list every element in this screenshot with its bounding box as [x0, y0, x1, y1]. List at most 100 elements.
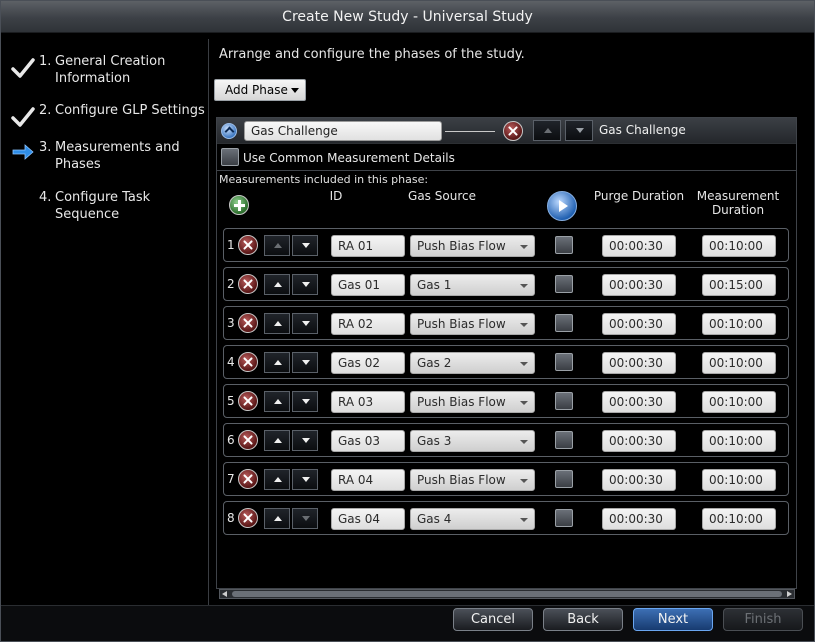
delete-measurement-icon[interactable] — [238, 235, 258, 255]
gas-source-select[interactable]: Gas 4 — [410, 508, 535, 530]
gas-source-select[interactable]: Gas 2 — [410, 352, 535, 374]
column-header-measurement-duration: Measurement Duration — [696, 189, 780, 217]
measurement-duration-input[interactable]: 00:10:00 — [702, 313, 776, 335]
delete-measurement-icon[interactable] — [238, 352, 258, 372]
purge-duration-input[interactable]: 00:00:30 — [602, 469, 676, 491]
gas-source-select[interactable]: Gas 1 — [410, 274, 535, 296]
move-down-button[interactable] — [292, 313, 318, 334]
measurement-id-input[interactable]: Gas 02 — [331, 352, 405, 374]
row-index: 4 — [227, 355, 235, 369]
move-down-button[interactable] — [292, 508, 318, 529]
add-phase-button[interactable]: Add Phase — [214, 79, 306, 101]
cancel-button[interactable]: Cancel — [453, 608, 533, 631]
measurement-id-input[interactable]: RA 04 — [331, 469, 405, 491]
play-icon[interactable] — [547, 191, 577, 221]
measurement-id-input[interactable]: RA 02 — [331, 313, 405, 335]
gas-source-select[interactable]: Push Bias Flow — [410, 235, 535, 257]
purge-duration-input[interactable]: 00:00:30 — [602, 391, 676, 413]
arrow-down-icon — [302, 360, 310, 365]
measurement-checkbox[interactable] — [555, 314, 573, 332]
purge-duration-input[interactable]: 00:00:30 — [602, 235, 676, 257]
measurement-checkbox[interactable] — [555, 392, 573, 410]
purge-duration-input[interactable]: 00:00:30 — [602, 508, 676, 530]
divider — [445, 131, 495, 132]
purge-duration-input[interactable]: 00:00:30 — [602, 352, 676, 374]
measurement-duration-input[interactable]: 00:15:00 — [702, 274, 776, 296]
measurement-duration-input[interactable]: 00:10:00 — [702, 469, 776, 491]
measurement-checkbox[interactable] — [555, 431, 573, 449]
use-common-details-checkbox[interactable] — [221, 148, 239, 166]
measurement-id-input[interactable]: Gas 01 — [331, 274, 405, 296]
purge-duration-input[interactable]: 00:00:30 — [602, 313, 676, 335]
step-label: General Creation Information — [55, 54, 166, 86]
move-up-button[interactable] — [264, 274, 290, 295]
gas-source-select[interactable]: Push Bias Flow — [410, 469, 535, 491]
back-button[interactable]: Back — [543, 608, 623, 631]
move-up-button[interactable] — [264, 235, 290, 256]
measurement-id-input[interactable]: RA 03 — [331, 391, 405, 413]
gas-source-select[interactable]: Push Bias Flow — [410, 313, 535, 335]
move-down-button[interactable] — [292, 352, 318, 373]
move-up-button[interactable] — [264, 313, 290, 334]
scroll-thumb[interactable] — [232, 591, 782, 597]
measurement-checkbox[interactable] — [555, 236, 573, 254]
measurement-duration-input[interactable]: 00:10:00 — [702, 508, 776, 530]
delete-measurement-icon[interactable] — [238, 508, 258, 528]
phase-title: Gas Challenge — [599, 123, 686, 137]
delete-measurement-icon[interactable] — [238, 391, 258, 411]
arrow-up-icon — [274, 243, 282, 248]
move-up-button[interactable] — [264, 508, 290, 529]
measurement-duration-input[interactable]: 00:10:00 — [702, 391, 776, 413]
add-measurement-icon[interactable] — [229, 195, 249, 215]
next-button[interactable]: Next — [633, 608, 713, 631]
move-up-button[interactable] — [264, 352, 290, 373]
move-up-button[interactable] — [264, 430, 290, 451]
move-phase-down-button[interactable] — [565, 120, 593, 141]
move-up-button[interactable] — [264, 391, 290, 412]
measurement-checkbox[interactable] — [555, 509, 573, 527]
move-down-button[interactable] — [292, 274, 318, 295]
arrow-up-icon — [274, 477, 282, 482]
measurement-id-input[interactable]: Gas 04 — [331, 508, 405, 530]
measurement-id-input[interactable]: RA 01 — [331, 235, 405, 257]
purge-duration-input[interactable]: 00:00:30 — [602, 274, 676, 296]
main-content: Arrange and configure the phases of the … — [209, 39, 814, 605]
gas-source-select[interactable]: Gas 3 — [410, 430, 535, 452]
move-down-button[interactable] — [292, 430, 318, 451]
arrow-down-icon — [302, 438, 310, 443]
chevron-down-icon — [520, 401, 528, 405]
measurement-duration-input[interactable]: 00:10:00 — [702, 430, 776, 452]
arrow-up-icon — [274, 399, 282, 404]
delete-measurement-icon[interactable] — [238, 274, 258, 294]
delete-measurement-icon[interactable] — [238, 313, 258, 333]
measurement-checkbox[interactable] — [555, 353, 573, 371]
measurement-id-input[interactable]: Gas 03 — [331, 430, 405, 452]
move-up-button[interactable] — [264, 469, 290, 490]
chevron-down-icon — [520, 323, 528, 327]
move-down-button[interactable] — [292, 391, 318, 412]
arrow-up-icon — [274, 282, 282, 287]
finish-button[interactable]: Finish — [723, 608, 803, 631]
measurement-row: 3 RA 02 Push Bias Flow 00:00:30 00:10:00 — [223, 306, 789, 340]
add-phase-label: Add Phase — [225, 83, 288, 97]
phase-name-input[interactable]: Gas Challenge — [244, 121, 442, 141]
horizontal-scrollbar[interactable] — [219, 589, 795, 599]
chevron-down-icon — [520, 284, 528, 288]
chevron-up-icon[interactable] — [221, 123, 237, 139]
delete-measurement-icon[interactable] — [238, 469, 258, 489]
delete-phase-icon[interactable] — [503, 121, 523, 141]
measurement-checkbox[interactable] — [555, 470, 573, 488]
checkmark-icon — [11, 58, 35, 78]
measurement-duration-input[interactable]: 00:10:00 — [702, 352, 776, 374]
wizard-footer: Cancel Back Next Finish — [1, 605, 814, 641]
step-label: Configure Task Sequence — [55, 190, 151, 222]
column-header-purge-duration: Purge Duration — [593, 189, 685, 203]
move-down-button[interactable] — [292, 469, 318, 490]
measurement-checkbox[interactable] — [555, 275, 573, 293]
move-phase-up-button[interactable] — [533, 120, 561, 141]
gas-source-select[interactable]: Push Bias Flow — [410, 391, 535, 413]
move-down-button[interactable] — [292, 235, 318, 256]
delete-measurement-icon[interactable] — [238, 430, 258, 450]
purge-duration-input[interactable]: 00:00:30 — [602, 430, 676, 452]
measurement-duration-input[interactable]: 00:10:00 — [702, 235, 776, 257]
